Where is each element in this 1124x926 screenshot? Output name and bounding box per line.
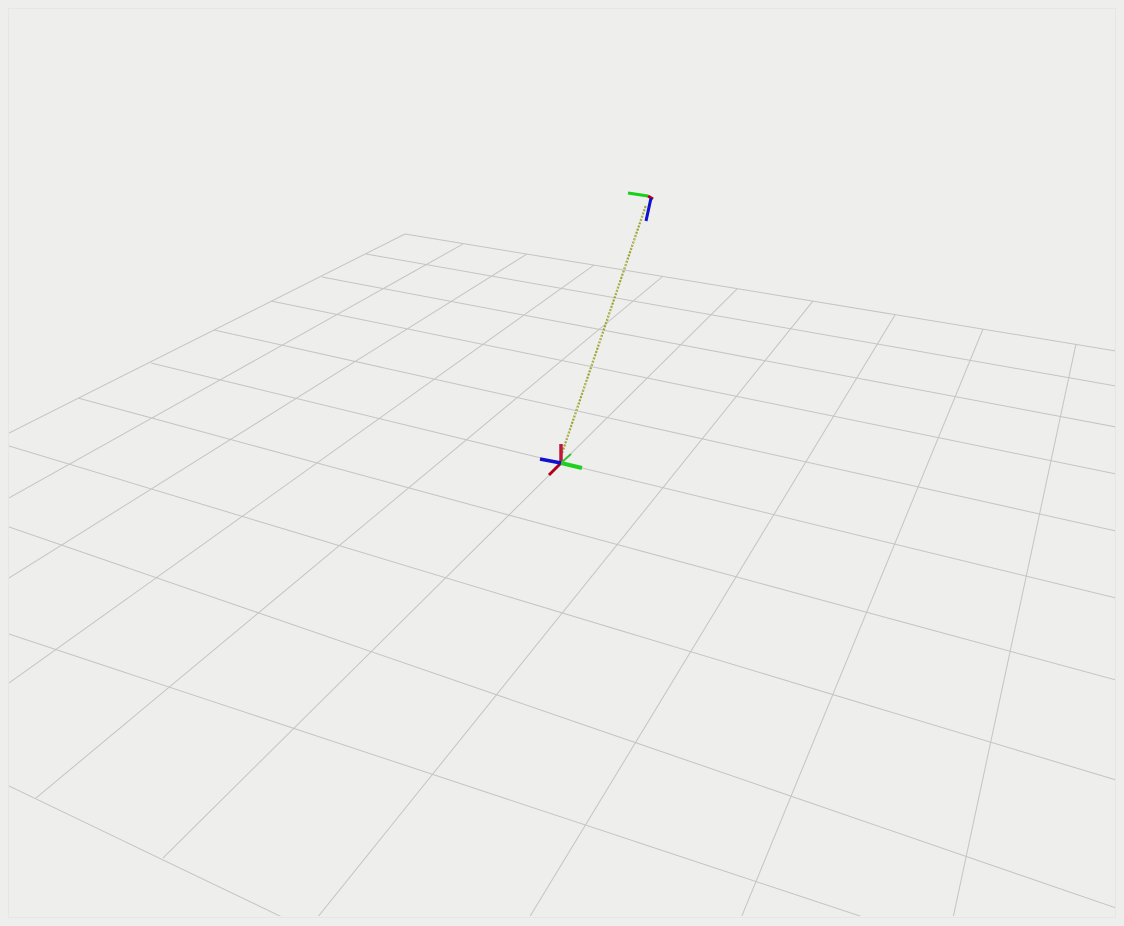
- 3d-viewport[interactable]: [0, 0, 1124, 926]
- grid-line: [9, 526, 1115, 909]
- 3d-scene[interactable]: [0, 0, 1124, 926]
- target-y-axis: [627, 191, 649, 198]
- grid-line: [9, 264, 595, 684]
- grid-line: [9, 243, 464, 499]
- grid-line: [741, 328, 984, 916]
- grid-line: [365, 253, 1115, 387]
- grid-line: [529, 314, 896, 916]
- grid-line: [321, 276, 1115, 428]
- grid-line: [77, 397, 1115, 681]
- grid-line: [9, 233, 406, 434]
- target-z-axis: [644, 197, 653, 222]
- base-z-axis: [539, 457, 562, 465]
- base-y-axis: [560, 461, 583, 470]
- base-x-axis: [547, 461, 563, 477]
- grid-line: [952, 343, 1077, 916]
- frame-link: [559, 204, 648, 457]
- grid-line: [270, 300, 1115, 475]
- target-frame-axes[interactable]: [627, 191, 654, 222]
- grid-line: [162, 288, 738, 859]
- grid-line: [9, 785, 281, 916]
- ground-grid: [9, 233, 1115, 916]
- grid-line: [404, 233, 1115, 352]
- grid-line: [9, 633, 862, 916]
- grid-line: [317, 300, 814, 916]
